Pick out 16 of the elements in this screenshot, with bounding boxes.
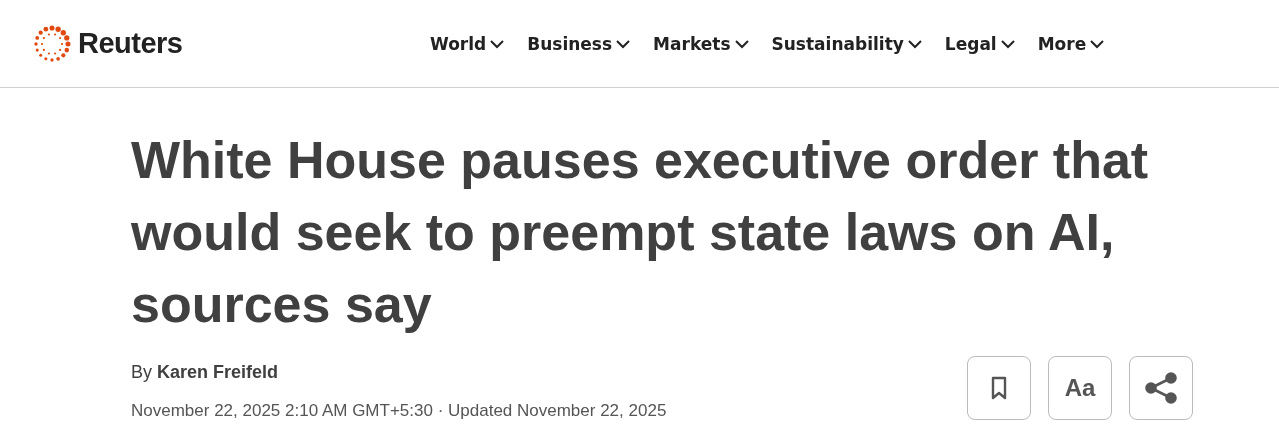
share-icon	[1144, 372, 1178, 404]
byline: By Karen Freifeld	[131, 362, 280, 383]
nav-menu-item[interactable]: Markets	[653, 34, 750, 54]
nav-menu-item[interactable]: Business	[527, 34, 632, 54]
dateline: November 22, 2025 2:10 AM GMT+5:30 · Updated November 22, 2025	[131, 401, 667, 421]
nav-menu-item[interactable]: World	[430, 34, 506, 54]
nav-menu-item[interactable]: Legal	[944, 34, 1016, 54]
logo-text[interactable]: Reuters	[78, 27, 183, 60]
share-button[interactable]	[1129, 356, 1193, 420]
bookmark-button[interactable]	[967, 356, 1031, 420]
text-size-button[interactable]: Aa	[1048, 356, 1112, 420]
nav-menu-item[interactable]: More	[1037, 34, 1106, 54]
nav-menu-item[interactable]: Sustainability	[771, 34, 923, 54]
headline: White House pauses executive order that would seek to preempt state laws on AI, sources say	[131, 130, 1150, 335]
logo-icon	[32, 23, 72, 64]
bookmark-icon	[990, 376, 1008, 400]
